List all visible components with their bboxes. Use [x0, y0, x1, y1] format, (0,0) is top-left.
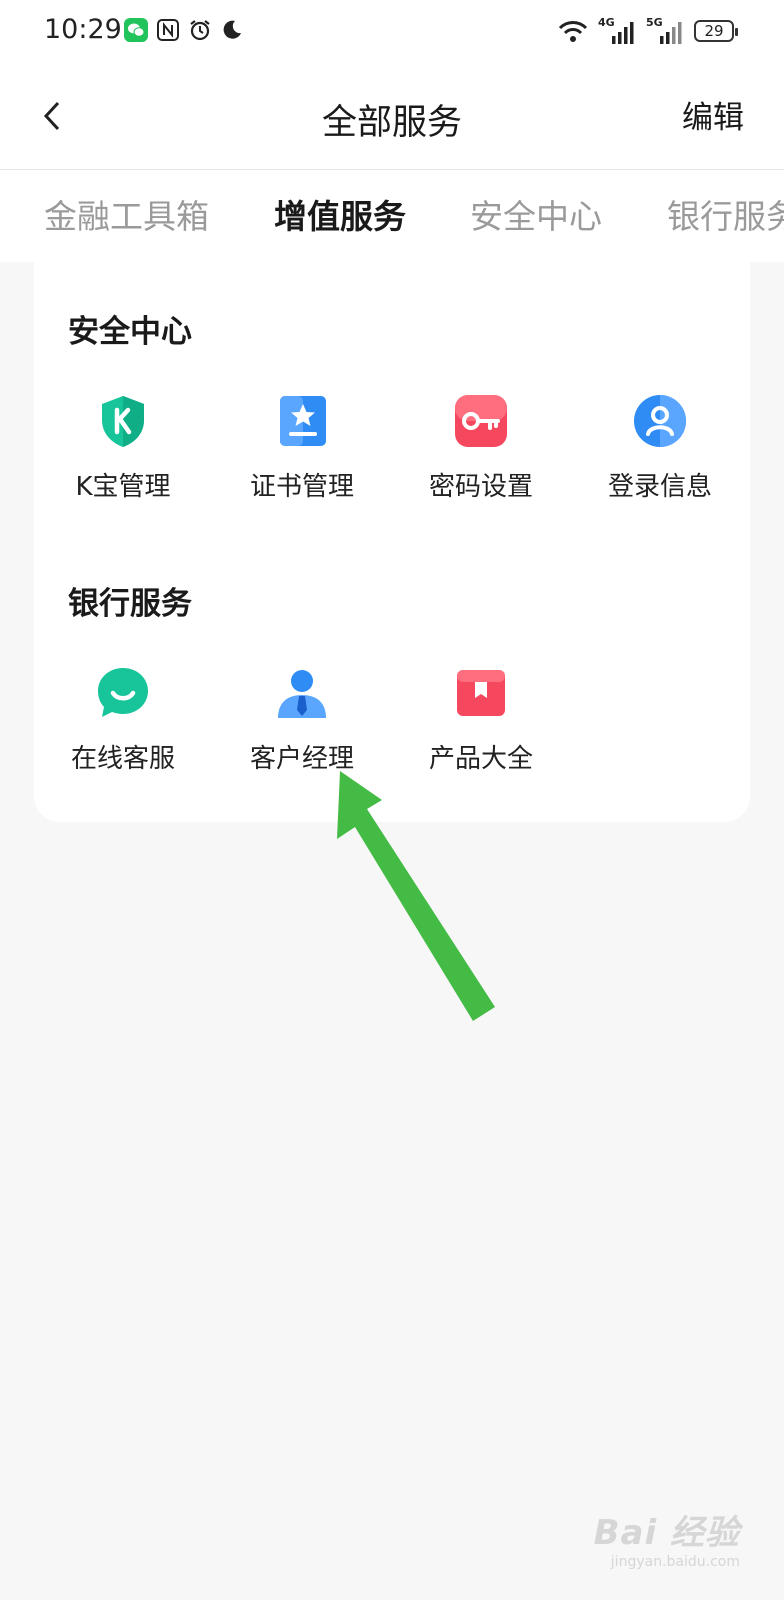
tab-security-center[interactable]: 安全中心	[470, 190, 602, 238]
tab-value-added-services[interactable]: 增值服务	[274, 190, 406, 238]
service-login-info[interactable]: 登录信息	[580, 394, 740, 514]
moon-icon	[223, 20, 241, 39]
edit-button[interactable]: 编辑	[682, 92, 744, 137]
section-title-security: 安全中心	[68, 314, 192, 350]
service-certificate-management[interactable]: 证书管理	[222, 394, 382, 514]
status-time: 10:29	[44, 14, 122, 45]
service-password-settings[interactable]: 密码设置	[401, 394, 561, 514]
service-label: 密码设置	[428, 472, 533, 502]
user-circle-icon	[634, 395, 686, 447]
status-bar: 10:29 4G 5G 29	[0, 0, 784, 66]
status-right-icons: 4G 5G 29	[558, 16, 738, 44]
service-label: K宝管理	[75, 472, 171, 502]
service-label: 证书管理	[249, 472, 354, 502]
manager-icon	[278, 670, 326, 718]
key-icon	[455, 395, 507, 447]
wifi-icon	[558, 21, 588, 42]
service-label: 产品大全	[428, 744, 533, 774]
watermark-url: jingyan.baidu.com	[610, 1554, 740, 1570]
service-k-bao-management[interactable]: K宝管理	[43, 394, 203, 514]
signal-4g-icon: 4G	[598, 16, 636, 44]
shield-k-icon	[102, 396, 144, 447]
tab-financial-toolbox[interactable]: 金融工具箱	[44, 190, 209, 238]
service-product-catalog[interactable]: 产品大全	[401, 666, 561, 786]
service-online-customer-service[interactable]: 在线客服	[43, 666, 203, 786]
header: 全部服务 编辑	[0, 66, 784, 170]
chat-smile-icon	[98, 668, 148, 717]
service-label: 在线客服	[70, 744, 175, 774]
services-card: 安全中心 K宝管理 证书管理 密码设置 登录信息 银行服务 在线客服 客户经理 …	[34, 232, 750, 822]
service-customer-manager[interactable]: 客户经理	[222, 666, 382, 786]
status-left-icons	[124, 18, 244, 42]
signal-5g-icon: 5G	[646, 16, 684, 44]
battery-icon: 29	[694, 20, 738, 42]
watermark-logo: Bai 经验	[593, 1513, 740, 1553]
service-label: 登录信息	[607, 472, 712, 502]
service-label: 客户经理	[249, 744, 354, 774]
nfc-icon	[157, 19, 179, 41]
watermark: Bai 经验 jingyan.baidu.com	[594, 1505, 740, 1570]
section-title-bank-services: 银行服务	[68, 586, 192, 622]
product-box-icon	[457, 670, 505, 716]
wechat-icon	[124, 18, 148, 42]
page-title: 全部服务	[321, 103, 462, 143]
tab-bank-services[interactable]: 银行服务	[667, 190, 784, 238]
certificate-icon	[280, 396, 326, 446]
alarm-icon	[190, 20, 210, 41]
